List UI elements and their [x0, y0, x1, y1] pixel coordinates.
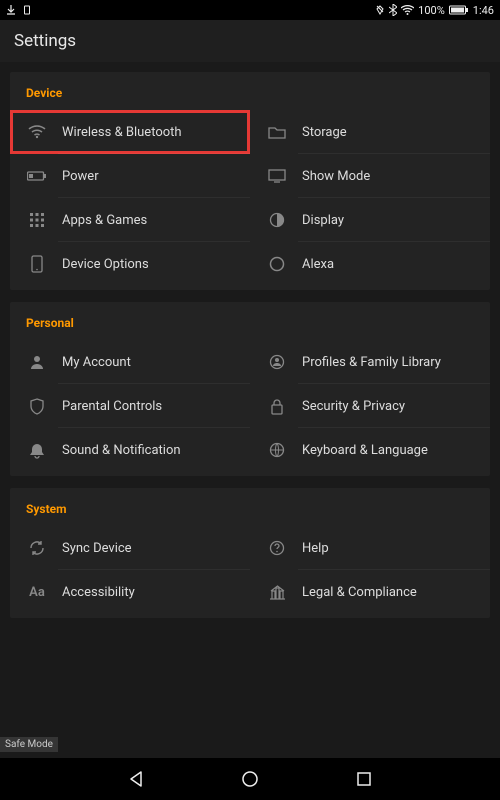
item-alexa[interactable]: Alexa: [250, 242, 490, 286]
safe-mode-label: Safe Mode: [0, 737, 58, 752]
legal-icon: [266, 581, 288, 603]
item-label: Show Mode: [302, 169, 370, 184]
item-label: Sound & Notification: [62, 443, 181, 458]
item-label: Power: [62, 169, 99, 184]
section-system: System Sync Device Help Aa Accessibility…: [10, 488, 490, 618]
item-label: Display: [302, 213, 344, 228]
device-icon: [26, 253, 48, 275]
help-icon: [266, 537, 288, 559]
item-storage[interactable]: Storage: [250, 110, 490, 154]
item-display[interactable]: Display: [250, 198, 490, 242]
nav-back-button[interactable]: [124, 767, 148, 791]
section-title-personal: Personal: [10, 312, 490, 340]
location-off-icon: [375, 5, 385, 15]
item-my-account[interactable]: My Account: [10, 340, 250, 384]
header: Settings: [0, 20, 500, 62]
settings-content: Device Wireless & Bluetooth Storage Powe…: [0, 62, 500, 640]
shield-icon: [26, 395, 48, 417]
item-profiles-family[interactable]: Profiles & Family Library: [250, 340, 490, 384]
item-label: Alexa: [302, 257, 334, 272]
nav-home-button[interactable]: [238, 767, 262, 791]
item-sync-device[interactable]: Sync Device: [10, 526, 250, 570]
item-label: Wireless & Bluetooth: [62, 125, 182, 140]
navigation-bar: [0, 758, 500, 800]
download-icon: [6, 5, 16, 15]
apps-icon: [26, 209, 48, 231]
battery-percent: 100%: [418, 4, 445, 17]
section-device: Device Wireless & Bluetooth Storage Powe…: [10, 72, 490, 290]
item-label: Storage: [302, 125, 347, 140]
section-title-device: Device: [10, 82, 490, 110]
item-label: Apps & Games: [62, 213, 147, 228]
wifi-status-icon: [401, 5, 414, 15]
person-icon: [26, 351, 48, 373]
item-wireless-bluetooth[interactable]: Wireless & Bluetooth: [10, 110, 250, 154]
item-device-options[interactable]: Device Options: [10, 242, 250, 286]
portrait-icon: [22, 5, 32, 15]
page-title: Settings: [14, 31, 76, 51]
lock-icon: [266, 395, 288, 417]
nav-recents-button[interactable]: [352, 767, 376, 791]
item-label: Keyboard & Language: [302, 443, 428, 458]
item-label: Sync Device: [62, 541, 132, 556]
item-legal-compliance[interactable]: Legal & Compliance: [250, 570, 490, 614]
item-label: Profiles & Family Library: [302, 355, 441, 370]
item-sound-notification[interactable]: Sound & Notification: [10, 428, 250, 472]
battery-full-icon: [449, 5, 469, 15]
item-label: Security & Privacy: [302, 399, 405, 414]
item-label: Parental Controls: [62, 399, 162, 414]
monitor-icon: [266, 165, 288, 187]
sync-icon: [26, 537, 48, 559]
profiles-icon: [266, 351, 288, 373]
clock: 1:46: [473, 4, 494, 17]
item-show-mode[interactable]: Show Mode: [250, 154, 490, 198]
folder-icon: [266, 121, 288, 143]
bell-icon: [26, 439, 48, 461]
bluetooth-icon: [389, 4, 397, 16]
globe-icon: [266, 439, 288, 461]
item-power[interactable]: Power: [10, 154, 250, 198]
item-accessibility[interactable]: Aa Accessibility: [10, 570, 250, 614]
item-keyboard-language[interactable]: Keyboard & Language: [250, 428, 490, 472]
item-label: Legal & Compliance: [302, 585, 417, 600]
item-help[interactable]: Help: [250, 526, 490, 570]
battery-icon: [26, 165, 48, 187]
item-parental-controls[interactable]: Parental Controls: [10, 384, 250, 428]
item-label: Device Options: [62, 257, 149, 272]
aa-icon: Aa: [26, 581, 48, 603]
item-label: Accessibility: [62, 585, 135, 600]
circle-icon: [266, 253, 288, 275]
item-label: Help: [302, 541, 329, 556]
section-title-system: System: [10, 498, 490, 526]
section-personal: Personal My Account Profiles & Family Li…: [10, 302, 490, 476]
status-bar: 100% 1:46: [0, 0, 500, 20]
item-label: My Account: [62, 355, 131, 370]
item-security-privacy[interactable]: Security & Privacy: [250, 384, 490, 428]
wifi-icon: [26, 121, 48, 143]
item-apps-games[interactable]: Apps & Games: [10, 198, 250, 242]
contrast-icon: [266, 209, 288, 231]
